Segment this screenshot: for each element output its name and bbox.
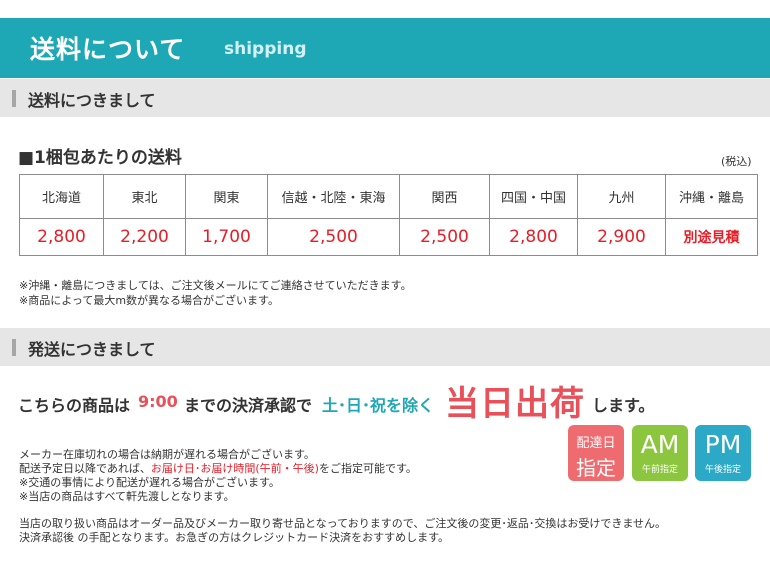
badge-text: 指定 [576, 456, 616, 480]
price-cell: 2,200 [103, 218, 186, 256]
price-cell: 2,800 [19, 218, 104, 256]
shipping-cutoff-time: 9:00 [138, 392, 178, 411]
shipping-holidays: 土･日･祝を除く [322, 396, 435, 415]
section-header-dispatch: 発送につきまして [0, 328, 770, 366]
price-cell: 2,800 [489, 218, 578, 256]
badge-text: 午後指定 [704, 465, 741, 475]
tax-note: (税込) [721, 155, 752, 168]
rate-note: ※商品によって最大m数が異なる場合がございます。 [19, 294, 279, 307]
region-cell: 関西 [399, 174, 490, 219]
page-subtitle: shipping [224, 39, 307, 59]
page-title: 送料について [30, 35, 186, 64]
badge-text: 配達日 [576, 436, 616, 451]
section-marker [12, 90, 16, 107]
badge-text: PM [704, 430, 742, 459]
region-cell: 東北 [103, 174, 186, 219]
region-cell: 九州 [577, 174, 666, 219]
price-cell: 2,500 [399, 218, 490, 256]
section-marker [12, 339, 16, 356]
badge-text: AM [640, 430, 680, 459]
price-cell: 1,700 [185, 218, 268, 256]
info-text: をご指定可能です。 [318, 462, 417, 475]
region-cell: 沖縄・離島 [665, 174, 758, 219]
price-cell: 2,500 [267, 218, 400, 256]
shipping-rate-table: 北海道 東北 関東 信越・北陸・東海 関西 四国・中国 九州 沖縄・離島 2,8… [19, 174, 758, 256]
region-cell: 関東 [185, 174, 268, 219]
info-line: ※当店の商品はすべて軒先渡しとなります。 [19, 490, 235, 503]
region-cell: 北海道 [19, 174, 104, 219]
table-header-row: 北海道 東北 関東 信越・北陸・東海 関西 四国・中国 九州 沖縄・離島 [19, 174, 758, 219]
badge-text: 午前指定 [641, 465, 678, 475]
shipping-end-text: します。 [592, 396, 655, 415]
region-cell: 信越・北陸・東海 [267, 174, 400, 219]
section-header-shipping-fee: 送料につきまして [0, 79, 770, 117]
section-heading: 発送につきまして [28, 340, 156, 359]
price-cell-estimate: 別途見積 [665, 218, 758, 256]
am-badge: AM 午前指定 [632, 425, 688, 481]
price-cell: 2,900 [577, 218, 666, 256]
pm-badge: PM 午後指定 [695, 425, 751, 481]
delivery-date-badge: 配達日 指定 [568, 425, 624, 481]
section-heading: 送料につきまして [28, 91, 156, 110]
rate-table-title: ■1梱包あたりの送料 [18, 148, 182, 168]
info-line: 決済承認後 の手配となります。お急ぎの方はクレジットカード決済をおすすめします。 [19, 531, 449, 544]
region-cell: 四国・中国 [489, 174, 578, 219]
shipping-lead: こちらの商品は [18, 396, 131, 415]
shipping-mid-text: までの決済承認で [184, 396, 313, 415]
table-price-row: 2,800 2,200 1,700 2,500 2,500 2,800 2,90… [19, 218, 758, 256]
same-day-shipping: 当日出荷 [445, 384, 585, 424]
rate-note: ※沖縄・離島につきましては、ご注文後メールにてご連絡させていただきます。 [19, 279, 412, 292]
